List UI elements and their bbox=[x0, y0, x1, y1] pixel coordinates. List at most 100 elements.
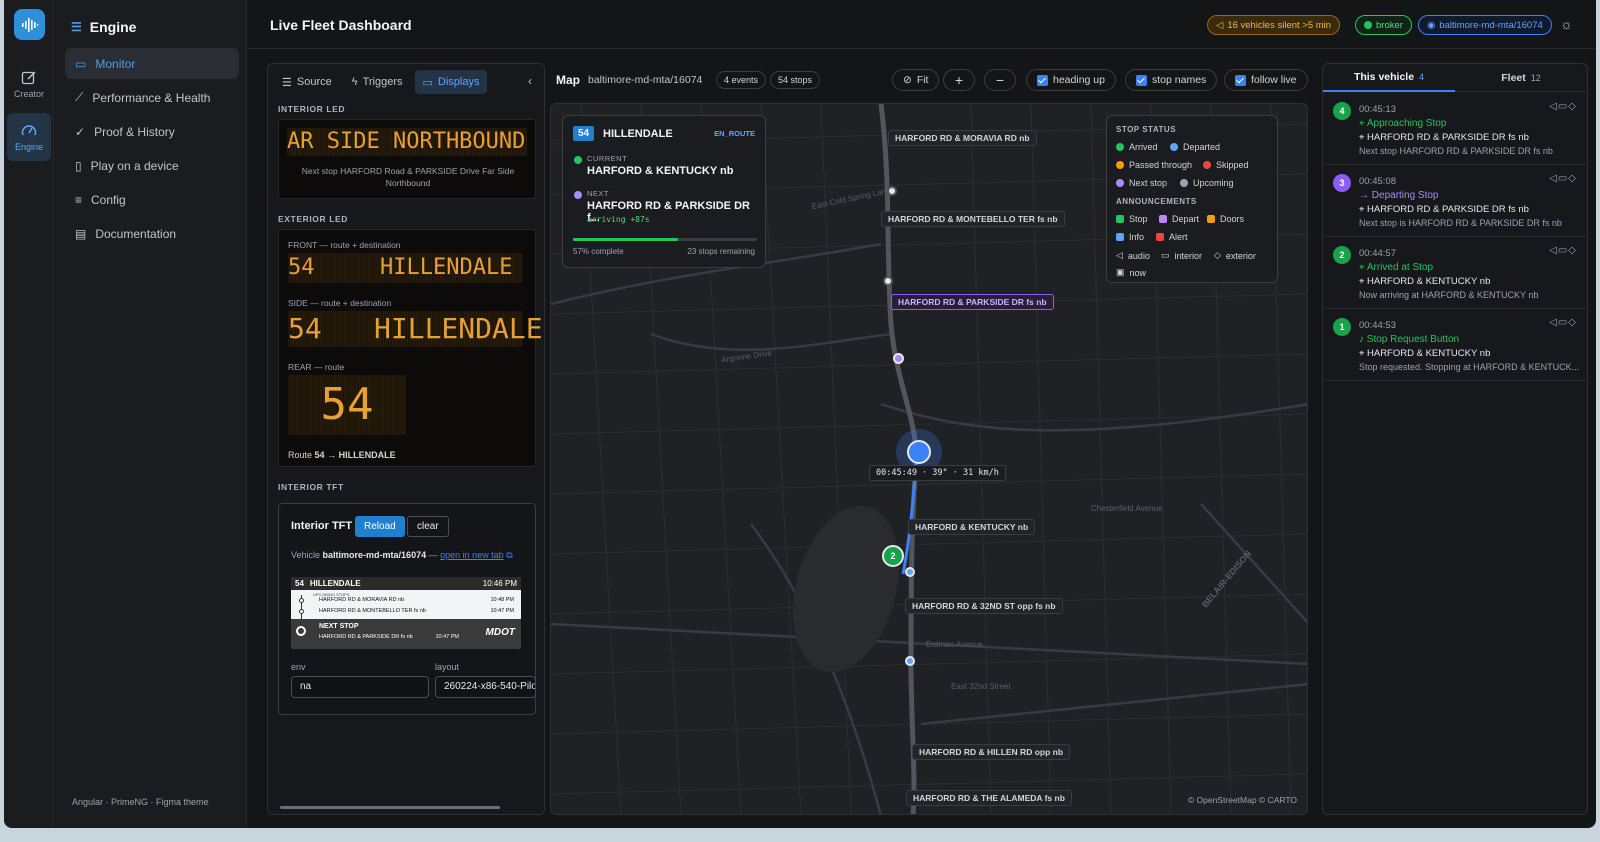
layout-input[interactable]: 260224-x86-540-Pilot bbox=[435, 676, 536, 698]
trip-progress-bar bbox=[573, 238, 757, 241]
event-channel-icons: ◁▭◇ bbox=[1549, 245, 1577, 256]
scrollbar-thumb[interactable] bbox=[280, 806, 500, 809]
bolt-icon: ϟ bbox=[351, 76, 358, 88]
theme-toggle-sun-icon[interactable]: ☼ bbox=[1560, 16, 1573, 32]
event-time: 00:45:13 bbox=[1359, 104, 1396, 115]
event-cluster-marker[interactable]: 2 bbox=[882, 545, 904, 567]
collapse-chevron-left-icon[interactable]: ‹ bbox=[528, 74, 532, 88]
event-stop: ⌖ HARFORD RD & PARKSIDE DR fs nb bbox=[1359, 204, 1529, 215]
sidebar-item-config[interactable]: ≡ Config bbox=[65, 184, 239, 215]
event-stop: ⌖ HARFORD RD & PARKSIDE DR fs nb bbox=[1359, 132, 1529, 143]
tab-source[interactable]: ☰ Source bbox=[274, 70, 340, 94]
event-item[interactable]: 2 00:44:57 ◁▭◇ ⌖ Arrived at Stop ⌖ HARFO… bbox=[1323, 237, 1587, 309]
next-stop-label[interactable]: HARFORD RD & PARKSIDE DR fs nb bbox=[891, 294, 1054, 310]
departed-stop-marker[interactable] bbox=[905, 567, 915, 577]
legend-title: STOP STATUS bbox=[1116, 125, 1177, 134]
fit-button[interactable]: ⊘ Fit bbox=[892, 69, 940, 91]
sidebar-item-monitor[interactable]: ▭ Monitor bbox=[65, 48, 239, 79]
stop-names-toggle[interactable]: stop names bbox=[1125, 69, 1218, 91]
checkbox-icon[interactable] bbox=[1037, 74, 1048, 86]
checkbox-icon[interactable] bbox=[1136, 74, 1147, 86]
env-label: env bbox=[291, 662, 306, 672]
sidebar-item-play-device[interactable]: ▯ Play on a device bbox=[65, 150, 239, 181]
stop-label[interactable]: HARFORD RD & MONTEBELLO TER fs nb bbox=[881, 211, 1065, 227]
map-attribution[interactable]: © OpenStreetMap © CARTO bbox=[1188, 795, 1297, 805]
current-stop: HARFORD & KENTUCKY nb bbox=[587, 165, 734, 177]
rail-item-engine[interactable]: Engine bbox=[7, 113, 51, 161]
rail-item-creator[interactable]: Creator bbox=[7, 60, 51, 108]
sidebar-item-proof-history[interactable]: ✓ Proof & History bbox=[65, 116, 239, 147]
events-count-badge: 4 events bbox=[716, 71, 767, 89]
heading-up-toggle[interactable]: heading up bbox=[1026, 69, 1116, 91]
vehicle-selector[interactable]: ◉ baltimore-md-mta/16074 bbox=[1418, 15, 1552, 35]
vehicle-marker[interactable] bbox=[907, 440, 931, 464]
stop-label[interactable]: HARFORD RD & THE ALAMEDA fs nb bbox=[906, 790, 1072, 806]
sidebar: ☰ Engine ▭ Monitor ⟋ Performance & Health … bbox=[55, 0, 247, 828]
next-stop-marker[interactable] bbox=[893, 353, 904, 364]
legend-skipped: Skipped bbox=[1203, 160, 1249, 170]
legend-channel-audio: ◁ audio bbox=[1116, 250, 1150, 261]
legend-ann-doors: Doors bbox=[1207, 214, 1244, 224]
map-vehicle-id: baltimore-md-mta/16074 bbox=[588, 74, 703, 86]
zoom-in-button[interactable]: + bbox=[943, 69, 975, 91]
event-message: Now arriving at HARFORD & KENTUCKY nb bbox=[1359, 290, 1539, 300]
departed-stop-marker[interactable] bbox=[905, 656, 915, 666]
legend-next: Next stop bbox=[1116, 178, 1167, 188]
sidebar-item-performance[interactable]: ⟋ Performance & Health bbox=[65, 82, 239, 113]
front-sign-destination: HILLENDALE bbox=[380, 255, 513, 280]
stop-marker[interactable] bbox=[883, 276, 893, 286]
interior-led-scroll-text: AR SIDE NORTHBOUND bbox=[287, 128, 527, 156]
external-link-icon[interactable]: ⧉ bbox=[506, 550, 512, 560]
monitor-icon: ▭ bbox=[1161, 250, 1170, 260]
sign-icon: ◇ bbox=[1214, 250, 1221, 260]
top-bar: Live Fleet Dashboard ◁ 16 vehicles silent… bbox=[248, 0, 1596, 49]
tab-displays[interactable]: ▭ Displays bbox=[414, 70, 488, 94]
event-number-badge: 1 bbox=[1333, 318, 1351, 336]
layout-label: layout bbox=[435, 662, 460, 672]
tab-fleet[interactable]: Fleet 12 bbox=[1455, 64, 1587, 92]
stop-label[interactable]: HARFORD RD & 32ND ST opp fs nb bbox=[905, 598, 1063, 614]
tft-next-row: HARFORD RD & PARKSIDE DR fs nb 10:47 PM bbox=[319, 634, 459, 640]
app-window: Creator Engine ☰ Engine ▭ Monitor ⟋ Perfor… bbox=[4, 0, 1596, 828]
tft-stop-row: HARFORD RD & MORAVIA RD nb 10:48 PM bbox=[319, 597, 514, 603]
trip-state: EN_ROUTE bbox=[714, 129, 755, 138]
tab-this-vehicle[interactable]: This vehicle 4 bbox=[1323, 64, 1455, 92]
stop-label[interactable]: HARFORD RD & MORAVIA RD nb bbox=[888, 130, 1037, 146]
event-item[interactable]: 3 00:45:08 ◁▭◇ → Departing Stop ⌖ HARFOR… bbox=[1323, 165, 1587, 237]
event-title: ⌖ Arrived at Stop bbox=[1359, 262, 1434, 273]
event-message: Next stop HARFORD RD & PARKSIDE DR fs nb bbox=[1359, 146, 1553, 156]
event-channel-icons: ◁▭◇ bbox=[1549, 173, 1577, 184]
exterior-led-label: EXTERIOR LED bbox=[278, 214, 349, 224]
arriving-eta: arriving +87s bbox=[587, 215, 650, 224]
horizontal-scrollbar[interactable] bbox=[272, 804, 540, 811]
event-item[interactable]: 1 00:44:53 ◁▭◇ ♪ Stop Request Button ⌖ H… bbox=[1323, 309, 1587, 381]
sidebar-item-documentation[interactable]: ▤ Documentation bbox=[65, 218, 239, 249]
route-caption: Route 54 → HILLENDALE bbox=[288, 450, 396, 460]
rear-sign-label: REAR — route bbox=[288, 362, 345, 372]
checkbox-icon[interactable] bbox=[1235, 74, 1246, 86]
tab-triggers[interactable]: ϟ Triggers bbox=[344, 70, 411, 94]
event-channel-icons: ◁▭◇ bbox=[1549, 317, 1577, 328]
reload-button[interactable]: Reload bbox=[355, 516, 405, 537]
stop-marker[interactable] bbox=[887, 186, 897, 196]
open-new-tab-link[interactable]: open in new tab bbox=[440, 550, 504, 560]
event-title: ♪ Stop Request Button bbox=[1359, 334, 1460, 345]
stop-label[interactable]: HARFORD & KENTUCKY nb bbox=[908, 519, 1036, 535]
env-input[interactable]: na bbox=[291, 676, 429, 698]
tft-next-stop: NEXT STOP HARFORD RD & PARKSIDE DR fs nb… bbox=[291, 619, 521, 649]
map-canvas[interactable]: East Cold Spring Lane Argonne Drive Erdm… bbox=[550, 103, 1308, 815]
bus-icon: ▣ bbox=[1116, 267, 1125, 277]
pencil-square-icon bbox=[21, 70, 36, 84]
follow-live-toggle[interactable]: follow live bbox=[1224, 69, 1308, 91]
app-logo-icon[interactable] bbox=[14, 9, 45, 40]
zoom-out-button[interactable]: − bbox=[984, 69, 1016, 91]
clear-button[interactable]: clear bbox=[407, 516, 449, 537]
speaker-icon: ◁ bbox=[1216, 19, 1224, 31]
events-tabs: This vehicle 4 Fleet 12 bbox=[1323, 64, 1587, 92]
chart-line-icon: ⟋ bbox=[75, 90, 84, 104]
event-time: 00:45:08 bbox=[1359, 176, 1396, 187]
silent-vehicles-alert[interactable]: ◁ 16 vehicles silent >5 min bbox=[1207, 15, 1341, 35]
event-item[interactable]: 4 00:45:13 ◁▭◇ ⌖ Approaching Stop ⌖ HARF… bbox=[1323, 93, 1587, 165]
broker-status-badge[interactable]: broker bbox=[1355, 15, 1412, 35]
stop-label[interactable]: HARFORD RD & HILLEN RD opp nb bbox=[912, 744, 1071, 760]
